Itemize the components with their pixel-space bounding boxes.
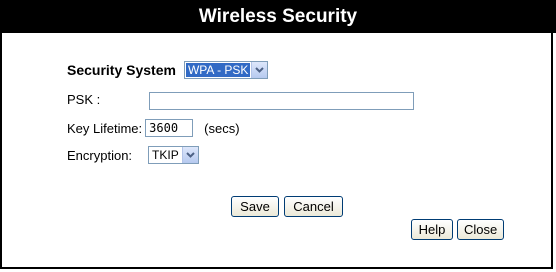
page-title: Wireless Security xyxy=(0,0,556,33)
security-system-select[interactable]: WPA - PSK xyxy=(183,61,269,79)
encryption-select[interactable]: TKIP xyxy=(148,146,199,164)
key-lifetime-row: Key Lifetime: 3600 (secs) xyxy=(67,119,240,137)
encryption-row: Encryption: TKIP xyxy=(67,146,199,164)
security-system-value: WPA - PSK xyxy=(185,63,251,77)
cancel-button[interactable]: Cancel xyxy=(284,196,343,217)
psk-label: PSK : xyxy=(67,92,101,107)
key-lifetime-label: Key Lifetime: xyxy=(67,120,143,136)
key-lifetime-unit: (secs) xyxy=(204,120,240,136)
key-lifetime-input[interactable]: 3600 xyxy=(145,119,194,137)
chevron-down-icon[interactable] xyxy=(181,147,198,163)
security-system-label: Security System xyxy=(67,62,176,78)
encryption-label: Encryption: xyxy=(67,147,133,163)
psk-row: PSK : xyxy=(67,92,100,107)
save-button[interactable]: Save xyxy=(231,196,279,217)
encryption-value: TKIP xyxy=(152,148,179,162)
psk-input[interactable] xyxy=(149,92,414,110)
help-button[interactable]: Help xyxy=(411,219,453,240)
chevron-down-icon[interactable] xyxy=(251,62,268,78)
security-system-row: Security System WPA - PSK xyxy=(67,61,269,79)
close-button[interactable]: Close xyxy=(457,219,504,240)
